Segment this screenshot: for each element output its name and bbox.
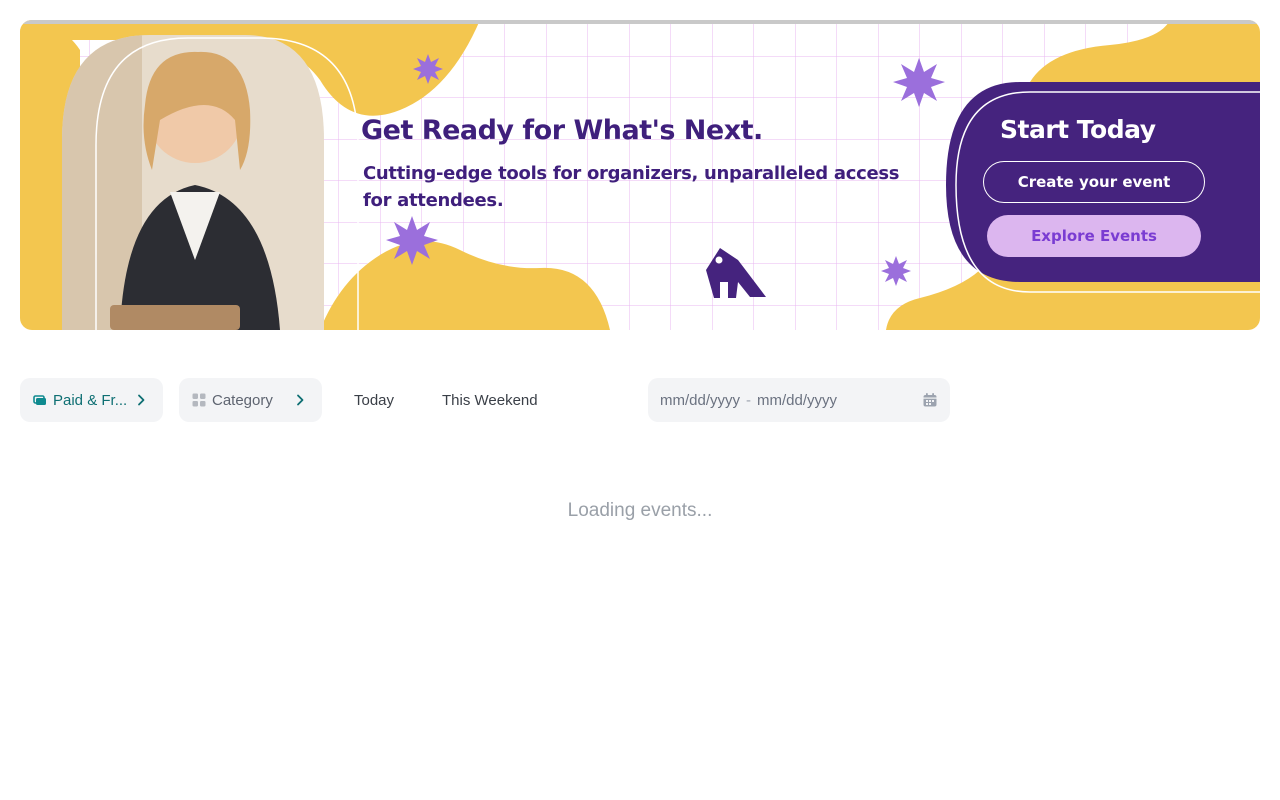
date-separator: - <box>746 391 752 409</box>
date-start-field[interactable]: mm/dd/yyyy <box>660 392 740 409</box>
chevron-right-icon <box>133 392 149 408</box>
banner-headline: Get Ready for What's Next. <box>361 115 763 146</box>
hero-banner: Get Ready for What's Next. Cutting-edge … <box>20 20 1260 330</box>
banner-subheadline: Cutting-edge tools for organizers, unpar… <box>363 163 900 211</box>
loading-status: Loading events... <box>567 500 713 521</box>
ticket-icon <box>33 393 47 407</box>
star-4 <box>881 256 911 286</box>
category-filter-label: Category <box>212 391 273 409</box>
this-weekend-filter-tab[interactable]: This Weekend <box>442 378 538 422</box>
date-end-field[interactable]: mm/dd/yyyy <box>757 392 837 409</box>
create-event-button[interactable]: Create your event <box>983 161 1205 203</box>
calendar-icon[interactable] <box>922 392 938 408</box>
cta-title: Start Today <box>1000 115 1156 144</box>
star-1 <box>413 54 443 84</box>
category-filter[interactable]: Category <box>179 378 322 422</box>
grid-icon <box>192 393 206 407</box>
explore-events-button[interactable]: Explore Events <box>987 215 1201 257</box>
date-range-picker[interactable]: mm/dd/yyyy - mm/dd/yyyy <box>648 378 950 422</box>
price-filter-label: Paid & Fr... <box>53 391 128 409</box>
banner-top-border <box>20 20 1260 24</box>
filter-bar: Paid & Fr... Category Today This Weekend… <box>20 378 1260 422</box>
today-filter-tab[interactable]: Today <box>354 378 394 422</box>
chevron-right-icon <box>292 392 308 408</box>
price-filter[interactable]: Paid & Fr... <box>20 378 163 422</box>
